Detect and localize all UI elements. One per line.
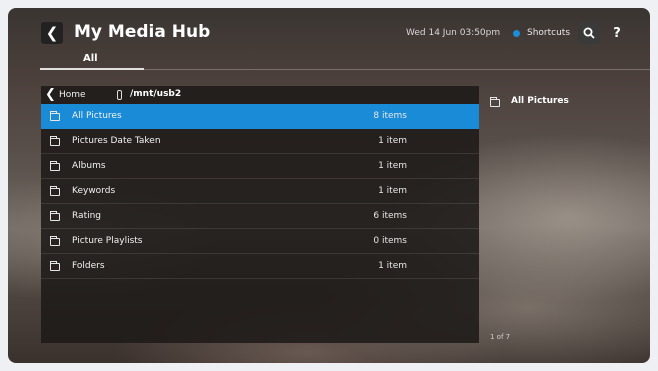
list-item-count: 1 item xyxy=(378,186,407,196)
folder-icon xyxy=(50,161,60,171)
list-item-label: All Pictures xyxy=(72,111,122,121)
breadcrumb: ❮ Home /mnt/usb2 xyxy=(41,86,479,104)
media-hub-screen: ❮ My Media Hub Wed 14 Jun 03:50pm Shortc… xyxy=(8,8,650,363)
list-item[interactable]: Pictures Date Taken 1 item xyxy=(41,129,479,154)
list-item-label: Pictures Date Taken xyxy=(72,136,161,146)
preview-title: All Pictures xyxy=(511,96,569,106)
list-item-count: 0 items xyxy=(373,236,407,246)
search-button[interactable] xyxy=(578,22,600,44)
folder-icon xyxy=(50,261,60,271)
folder-icon xyxy=(490,97,500,107)
folder-icon xyxy=(50,186,60,196)
page-indicator: 1 of 7 xyxy=(490,333,511,341)
tab-active-indicator xyxy=(40,68,144,70)
shortcuts-button[interactable]: Shortcuts xyxy=(527,28,570,38)
list-item-label: Albums xyxy=(72,161,106,171)
help-icon: ? xyxy=(613,25,621,41)
folder-icon xyxy=(50,111,60,121)
folder-icon xyxy=(50,136,60,146)
list-item[interactable]: Keywords 1 item xyxy=(41,179,479,204)
shortcuts-dot-icon xyxy=(513,30,520,37)
back-button[interactable]: ❮ xyxy=(41,22,63,44)
list-item[interactable]: All Pictures 8 items xyxy=(41,104,479,129)
list-item-count: 1 item xyxy=(378,136,407,146)
list-item-count: 6 items xyxy=(373,211,407,221)
app-title: My Media Hub xyxy=(74,22,211,42)
breadcrumb-path: /mnt/usb2 xyxy=(130,89,182,99)
help-button[interactable]: ? xyxy=(606,22,628,44)
search-icon xyxy=(583,27,595,39)
chevron-left-icon: ❮ xyxy=(45,24,59,42)
list-item[interactable]: Picture Playlists 0 items xyxy=(41,229,479,254)
list-item-count: 1 item xyxy=(378,161,407,171)
browser-panel: ❮ Home /mnt/usb2 All Pictures 8 items Pi… xyxy=(41,86,479,343)
folder-icon xyxy=(50,236,60,246)
category-list: All Pictures 8 items Pictures Date Taken… xyxy=(41,104,479,279)
list-item-label: Folders xyxy=(72,261,105,271)
folder-icon xyxy=(50,211,60,221)
breadcrumb-home[interactable]: Home xyxy=(59,90,86,100)
list-item-label: Picture Playlists xyxy=(72,236,143,246)
list-item[interactable]: Rating 6 items xyxy=(41,204,479,229)
list-item-count: 1 item xyxy=(378,261,407,271)
list-item[interactable]: Folders 1 item xyxy=(41,254,479,279)
breadcrumb-back-icon[interactable]: ❮ xyxy=(45,87,56,102)
list-item-label: Rating xyxy=(72,211,102,221)
datetime: Wed 14 Jun 03:50pm xyxy=(406,28,501,38)
list-item[interactable]: Albums 1 item xyxy=(41,154,479,179)
list-item-label: Keywords xyxy=(72,186,116,196)
list-item-count: 8 items xyxy=(373,111,407,121)
usb-drive-icon xyxy=(117,90,122,100)
tab-all[interactable]: All xyxy=(83,53,98,64)
